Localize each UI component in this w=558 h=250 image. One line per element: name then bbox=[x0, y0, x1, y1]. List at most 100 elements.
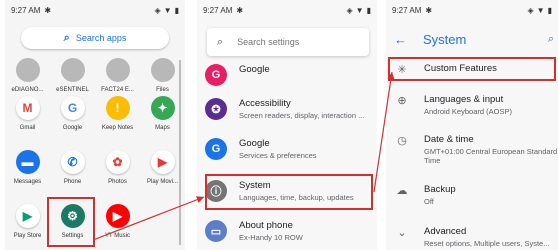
app-icon: ! bbox=[105, 96, 130, 120]
settings-item-title: Google bbox=[239, 64, 270, 75]
page-title: System bbox=[423, 31, 467, 47]
vibrate-icon: ◈ bbox=[346, 5, 353, 15]
app-icon: ✦ bbox=[150, 96, 175, 120]
battery-icon: ▮ bbox=[547, 5, 552, 15]
app-item[interactable]: ▶ YT Music bbox=[97, 204, 139, 239]
system-item[interactable]: ☁ Backup Off bbox=[386, 184, 558, 206]
app-label: Play Store bbox=[13, 233, 42, 239]
status-bar: 9:27 AM ✱ ◈ ▼ ▮ bbox=[197, 0, 377, 20]
battery-icon: ▮ bbox=[366, 5, 371, 15]
app-icon bbox=[15, 58, 40, 82]
app-item[interactable]: ▬ Messages bbox=[7, 150, 49, 185]
app-label: Phone bbox=[63, 179, 82, 185]
custom-features-highlight-box bbox=[388, 57, 556, 81]
phone-icon: ▭ bbox=[205, 220, 227, 242]
system-highlight-box bbox=[205, 174, 373, 210]
app-icon bbox=[151, 204, 175, 228]
system-item-subtitle: GMT+01:00 Central European Standard Time bbox=[424, 147, 558, 165]
app-item[interactable]: ✦ Maps bbox=[142, 96, 184, 131]
app-label: eDIAGNO... bbox=[11, 87, 44, 93]
app-item[interactable]: ✆ Phone bbox=[52, 150, 94, 185]
notification-icon: ✱ bbox=[236, 5, 244, 15]
app-icon: G bbox=[60, 96, 85, 120]
app-icon: M bbox=[15, 96, 40, 120]
wifi-icon: ▼ bbox=[536, 5, 545, 15]
app-label: Photos bbox=[108, 179, 127, 185]
system-item-title: Date & time bbox=[424, 134, 474, 145]
vibrate-icon: ◈ bbox=[154, 5, 161, 15]
app-item[interactable]: ! Keep Notes bbox=[97, 96, 139, 131]
settings-item[interactable]: G Google bbox=[197, 64, 377, 86]
notification-icon: ✱ bbox=[44, 5, 52, 15]
app-item[interactable]: eDIAGNO... bbox=[7, 58, 49, 93]
system-item[interactable]: ◷ Date & time GMT+01:00 Central European S… bbox=[386, 134, 558, 165]
app-item[interactable]: ▶ Play Store bbox=[7, 204, 49, 239]
system-panel: 9:27 AM ✱ ◈ ▼ ▮ ← System ⌕ ✳ Custom Featu… bbox=[386, 0, 558, 250]
scrollbar[interactable] bbox=[179, 60, 181, 245]
google-icon: G bbox=[205, 64, 227, 86]
app-row: ▶ Play Store ⚙ Settings ▶ YT Music bbox=[5, 204, 185, 239]
app-icon: ▶ bbox=[105, 204, 130, 228]
system-item-subtitle: Off bbox=[424, 197, 434, 206]
wifi-icon: ▼ bbox=[355, 5, 364, 15]
app-icon: ▶ bbox=[150, 150, 175, 174]
search-settings-bar[interactable]: ⌕ Search settings bbox=[207, 28, 369, 56]
status-time: 9:27 AM bbox=[11, 5, 41, 15]
search-settings-placeholder: Search settings bbox=[237, 37, 300, 47]
status-bar: 9:27 AM ✱ ◈ ▼ ▮ bbox=[386, 0, 558, 20]
system-item-title: Backup bbox=[424, 184, 456, 195]
system-item[interactable]: ⌄ Advanced Reset options, Multiple users, … bbox=[386, 226, 558, 248]
back-arrow-icon[interactable]: ← bbox=[394, 32, 407, 47]
google-g-icon: G bbox=[205, 138, 227, 160]
status-time: 9:27 AM bbox=[392, 5, 422, 15]
globe-icon: ⊕ bbox=[397, 95, 407, 107]
app-icon bbox=[105, 58, 130, 82]
system-top-bar: ← System ⌕ bbox=[386, 24, 558, 54]
vibrate-icon: ◈ bbox=[527, 5, 534, 15]
app-drawer-panel: 9:27 AM ✱ ◈ ▼ ▮ ⌕ Search apps eDIAGNO...… bbox=[5, 0, 185, 250]
settings-item-title: Accessibility bbox=[239, 98, 291, 109]
search-icon: ⌕ bbox=[63, 31, 70, 44]
system-item-subtitle: Android Keyboard (AOSP) bbox=[424, 107, 512, 116]
app-row: ▬ Messages ✆ Phone ✿ Photos ▶ Play Movi... bbox=[5, 150, 185, 185]
app-item[interactable]: ✿ Photos bbox=[97, 150, 139, 185]
settings-item[interactable]: ✪ Accessibility Screen readers, display, i… bbox=[197, 98, 377, 120]
app-item[interactable]: FACT24 E... bbox=[97, 58, 139, 93]
settings-item-subtitle: Ex-Handy 10 ROW bbox=[239, 233, 303, 242]
settings-item-subtitle: Screen readers, display, interaction ... bbox=[239, 111, 365, 120]
app-label: Maps bbox=[155, 125, 170, 131]
system-item-title: Advanced bbox=[424, 226, 467, 237]
app-item[interactable]: G Google bbox=[52, 96, 94, 131]
app-item[interactable]: ▶ Play Movi... bbox=[142, 150, 184, 185]
settings-item-title: Google bbox=[239, 138, 270, 149]
search-icon[interactable]: ⌕ bbox=[548, 33, 554, 46]
app-label: Google bbox=[62, 125, 83, 131]
app-label: eSENTINEL bbox=[56, 87, 89, 93]
app-label: Play Movi... bbox=[146, 179, 178, 185]
chevron-down-icon: ⌄ bbox=[397, 227, 407, 239]
app-icon bbox=[150, 58, 175, 82]
status-time: 9:27 AM bbox=[203, 5, 233, 15]
app-item[interactable]: eSENTINEL bbox=[52, 58, 94, 93]
app-item[interactable]: Files bbox=[142, 58, 184, 93]
status-bar: 9:27 AM ✱ ◈ ▼ ▮ bbox=[5, 0, 185, 20]
notification-icon: ✱ bbox=[425, 5, 433, 15]
search-icon: ⌕ bbox=[217, 35, 224, 48]
app-label: FACT24 E... bbox=[101, 87, 134, 93]
settings-item-title: About phone bbox=[239, 220, 293, 231]
system-item-title: Languages & input bbox=[424, 94, 504, 105]
app-item[interactable]: M Gmail bbox=[7, 96, 49, 131]
settings-item[interactable]: G Google Services & preferences bbox=[197, 138, 377, 160]
app-icon bbox=[60, 58, 85, 82]
app-icon: ▬ bbox=[15, 150, 40, 174]
app-label: Gmail bbox=[19, 125, 36, 131]
app-label: Keep Notes bbox=[101, 125, 134, 131]
settings-item[interactable]: ▭ About phone Ex-Handy 10 ROW bbox=[197, 220, 377, 242]
settings-panel: 9:27 AM ✱ ◈ ▼ ▮ ⌕ Search settings G Googl… bbox=[197, 0, 377, 250]
search-apps-bar[interactable]: ⌕ Search apps bbox=[21, 27, 169, 49]
system-item[interactable]: ⊕ Languages & input Android Keyboard (AOSP… bbox=[386, 94, 558, 116]
app-icon: ▶ bbox=[15, 204, 40, 228]
accessibility-icon: ✪ bbox=[205, 98, 227, 120]
app-label: Files bbox=[156, 87, 169, 93]
system-item-subtitle: Reset options, Multiple users, Syste... bbox=[424, 239, 550, 248]
